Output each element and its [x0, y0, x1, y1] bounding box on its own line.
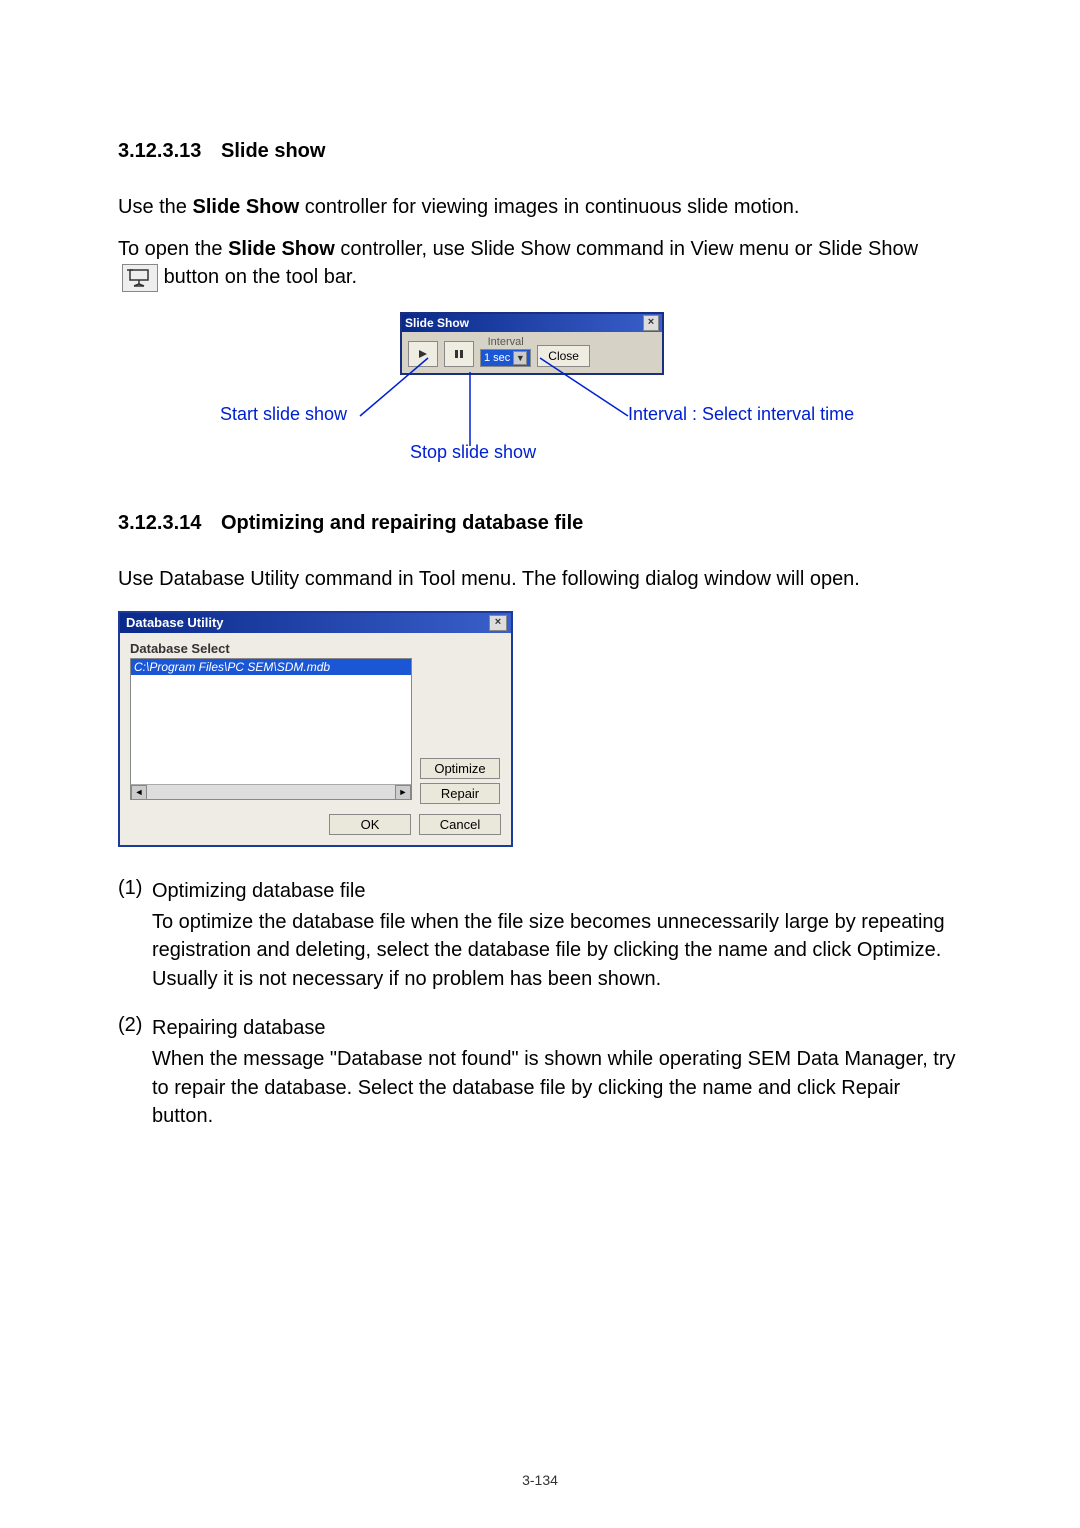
heading-number: 3.12.3.14 [118, 512, 201, 535]
figure-slide-show: Slide Show × Interval 1 sec ▼ [220, 312, 860, 472]
optimize-button[interactable]: Optimize [420, 758, 500, 779]
dialog-title: Database Utility [126, 615, 224, 630]
text: Use the [118, 196, 192, 218]
interval-group: Interval 1 sec ▼ [480, 336, 531, 367]
dialog-titlebar: Database Utility × [120, 613, 511, 633]
item-body: Repairing database When the message "Dat… [152, 1014, 962, 1131]
interval-label: Interval [488, 336, 524, 348]
side-buttons: Optimize Repair [420, 758, 500, 804]
database-list[interactable]: C:\Program Files\PC SEM\SDM.mdb ◄ ► [130, 658, 412, 800]
dialog-footer: OK Cancel [120, 814, 511, 845]
page: 3.12.3.13 Slide show Use the Slide Show … [0, 0, 1080, 1528]
list-item[interactable]: C:\Program Files\PC SEM\SDM.mdb [131, 659, 411, 675]
pause-button[interactable] [444, 341, 474, 367]
interval-select[interactable]: 1 sec ▼ [480, 349, 531, 367]
callout-start-slide-show: Start slide show [220, 404, 347, 425]
numbered-list: (1) Optimizing database file To optimize… [118, 877, 962, 1131]
dialog-titlebar: Slide Show × [402, 314, 662, 332]
interval-value: 1 sec [484, 352, 510, 364]
page-number: 3-134 [0, 1472, 1080, 1488]
close-icon[interactable]: × [489, 615, 507, 631]
slide-show-toolbar-icon [122, 264, 158, 292]
item-body: Optimizing database file To optimize the… [152, 877, 962, 994]
horizontal-scrollbar[interactable]: ◄ ► [131, 784, 411, 799]
heading-db-util: 3.12.3.14 Optimizing and repairing datab… [118, 512, 962, 535]
text: controller, use Slide Show command in Vi… [335, 238, 918, 260]
callout-stop-slide-show: Stop slide show [410, 442, 536, 463]
callout-interval: Interval : Select interval time [628, 404, 854, 425]
repair-button[interactable]: Repair [420, 783, 500, 804]
text-bold: Slide Show [228, 238, 335, 260]
text-bold: Slide Show [192, 196, 299, 218]
group-label: Database Select [130, 641, 501, 656]
database-utility-dialog: Database Utility × Database Select C:\Pr… [118, 611, 513, 847]
text: controller for viewing images in continu… [299, 196, 799, 218]
heading-title: Optimizing and repairing database file [221, 512, 583, 534]
item-marker: (2) [118, 1014, 152, 1131]
text: To open the [118, 238, 228, 260]
close-button[interactable]: Close [537, 345, 590, 367]
para-db-util: Use Database Utility command in Tool men… [118, 565, 962, 593]
text: button on the tool bar. [164, 266, 358, 288]
list-item: (1) Optimizing database file To optimize… [118, 877, 962, 994]
item-title: Repairing database [152, 1014, 962, 1043]
close-icon[interactable]: × [643, 315, 659, 331]
item-marker: (1) [118, 877, 152, 994]
heading-slide-show: 3.12.3.13 Slide show [118, 140, 962, 163]
slide-show-dialog: Slide Show × Interval 1 sec ▼ [400, 312, 664, 375]
item-text: When the message "Database not found" is… [152, 1045, 962, 1131]
list-item: (2) Repairing database When the message … [118, 1014, 962, 1131]
para-slide-show-1: Use the Slide Show controller for viewin… [118, 193, 962, 221]
para-slide-show-2: To open the Slide Show controller, use S… [118, 235, 962, 292]
scroll-left-icon[interactable]: ◄ [131, 785, 147, 800]
chevron-down-icon: ▼ [513, 351, 527, 365]
item-text: To optimize the database file when the f… [152, 908, 962, 994]
dialog-title: Slide Show [405, 316, 469, 330]
play-button[interactable] [408, 341, 438, 367]
heading-number: 3.12.3.13 [118, 140, 201, 163]
scroll-right-icon[interactable]: ► [395, 785, 411, 800]
heading-title: Slide show [221, 140, 325, 162]
cancel-button[interactable]: Cancel [419, 814, 501, 835]
figure-db-util: Database Utility × Database Select C:\Pr… [118, 611, 513, 847]
dialog-body: Database Select C:\Program Files\PC SEM\… [120, 633, 511, 814]
dialog-body: Interval 1 sec ▼ Close [402, 332, 662, 373]
ok-button[interactable]: OK [329, 814, 411, 835]
item-title: Optimizing database file [152, 877, 962, 906]
db-row: C:\Program Files\PC SEM\SDM.mdb ◄ ► Opti… [130, 658, 501, 804]
